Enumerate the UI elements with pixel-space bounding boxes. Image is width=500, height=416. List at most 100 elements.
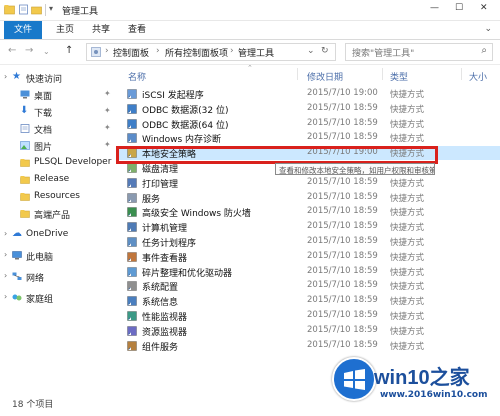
list-item[interactable]: 性能监视器 2015/7/10 18:59 快捷方式 <box>117 309 500 323</box>
nav-this-pc[interactable]: › 此电脑 <box>0 249 117 264</box>
list-item[interactable]: 计算机管理 2015/7/10 18:59 快捷方式 <box>117 220 500 234</box>
list-item[interactable]: 碎片整理和优化驱动器 2015/7/10 18:59 快捷方式 <box>117 265 500 279</box>
address-dropdown-icon[interactable]: ⌄ <box>307 46 315 56</box>
minimize-icon[interactable]: — <box>430 3 439 13</box>
nav-pictures[interactable]: 图片 ✦ <box>0 139 117 154</box>
shortcut-icon <box>127 340 137 351</box>
properties-icon[interactable] <box>18 4 29 15</box>
address-bar[interactable]: › 控制面板 › 所有控制面板项 › 管理工具 ⌄ ↻ <box>86 43 336 61</box>
tab-home[interactable]: 主页 <box>50 21 80 39</box>
window-controls: — ☐ ✕ <box>430 0 500 20</box>
back-arrow-icon[interactable]: ← <box>8 45 16 56</box>
watermark-logo: win10之家 www.2016win10.com <box>330 355 500 416</box>
shortcut-icon <box>127 192 137 203</box>
tab-file[interactable]: 文件 <box>4 21 42 39</box>
pin-icon[interactable]: ✦ <box>104 140 111 149</box>
shortcut-icon <box>127 281 137 292</box>
explorer-window: ▾ 管理工具 — ☐ ✕ 文件 主页 共享 查看 ⌄ ← → ⌄ ↑ › 控制面板 … <box>0 0 500 416</box>
recent-locations-icon[interactable]: ⌄ <box>43 47 50 56</box>
column-header-name[interactable]: 名称 <box>128 70 146 83</box>
nav-label: 下载 <box>34 109 53 119</box>
list-item[interactable]: 资源监视器 2015/7/10 18:59 快捷方式 <box>117 324 500 338</box>
list-item[interactable]: 任务计划程序 2015/7/10 18:59 快捷方式 <box>117 235 500 249</box>
list-item[interactable]: 事件查看器 2015/7/10 18:59 快捷方式 <box>117 250 500 264</box>
item-date: 2015/7/10 18:59 <box>307 236 378 246</box>
nav-label: 图片 <box>34 143 53 153</box>
item-type: 快捷方式 <box>390 267 425 278</box>
breadcrumb-control-panel[interactable]: 控制面板 <box>113 46 149 59</box>
download-icon: ⬇ <box>20 105 29 116</box>
folder-icon <box>20 176 30 184</box>
new-folder-icon[interactable] <box>31 4 42 15</box>
nav-network[interactable]: › 网络 <box>0 270 117 285</box>
list-item[interactable]: 系统信息 2015/7/10 18:59 快捷方式 <box>117 294 500 308</box>
quick-access-dropdown-icon[interactable]: ▾ <box>49 4 53 13</box>
list-item[interactable]: ODBC 数据源(64 位) 2015/7/10 18:59 快捷方式 <box>117 117 500 131</box>
column-divider[interactable] <box>297 68 298 80</box>
item-name: 性能监视器 <box>142 313 188 323</box>
list-item[interactable]: 组件服务 2015/7/10 18:59 快捷方式 <box>117 339 500 353</box>
nav-onedrive[interactable]: › ☁ OneDrive <box>0 228 117 243</box>
item-date: 2015/7/10 19:00 <box>307 88 378 98</box>
column-header-size[interactable]: 大小 <box>469 70 487 83</box>
column-header-type[interactable]: 类型 <box>390 70 408 83</box>
list-item[interactable]: 服务 2015/7/10 18:59 快捷方式 <box>117 191 500 205</box>
tab-view[interactable]: 查看 <box>122 21 152 39</box>
folder-icon <box>20 210 30 218</box>
item-name: iSCSI 发起程序 <box>142 91 204 101</box>
item-type: 快捷方式 <box>390 312 425 322</box>
pin-icon[interactable]: ✦ <box>104 106 111 115</box>
forward-arrow-icon[interactable]: → <box>25 45 33 56</box>
item-type: 快捷方式 <box>390 341 425 352</box>
breadcrumb-chevron-icon: › <box>105 46 109 56</box>
nav-folder-release[interactable]: Release <box>0 173 117 188</box>
nav-label: 高端产品 <box>34 211 71 221</box>
item-name: Windows 内存诊断 <box>142 135 222 146</box>
list-item[interactable]: 高级安全 Windows 防火墙 2015/7/10 18:59 快捷方式 <box>117 205 500 219</box>
item-name: ODBC 数据源(64 位) <box>142 120 229 131</box>
nav-desktop[interactable]: 桌面 ✦ <box>0 88 117 103</box>
item-type: 快捷方式 <box>390 134 425 145</box>
breadcrumb-all-items[interactable]: 所有控制面板项 <box>165 46 228 59</box>
list-item[interactable]: 系统配置 2015/7/10 18:59 快捷方式 <box>117 279 500 293</box>
up-arrow-icon[interactable]: ↑ <box>65 45 73 56</box>
nav-label: OneDrive <box>26 229 69 239</box>
list-item[interactable]: ODBC 数据源(32 位) 2015/7/10 18:59 快捷方式 <box>117 102 500 116</box>
ribbon-expand-icon[interactable]: ⌄ <box>484 24 492 34</box>
nav-downloads[interactable]: ⬇ 下载 ✦ <box>0 105 117 120</box>
nav-folder-plsql[interactable]: PLSQL Developer <box>0 156 117 171</box>
expand-chevron-icon[interactable]: › <box>4 271 7 280</box>
nav-folder-premium[interactable]: 高端产品 <box>0 207 117 222</box>
expand-chevron-icon[interactable]: › <box>4 250 7 259</box>
nav-label: 网络 <box>26 274 45 284</box>
collapse-chevron-icon[interactable]: › <box>4 72 7 81</box>
tab-share[interactable]: 共享 <box>86 21 116 39</box>
column-header-date[interactable]: 修改日期 <box>307 70 343 83</box>
list-item[interactable]: Windows 内存诊断 2015/7/10 18:59 快捷方式 <box>117 131 500 145</box>
item-date: 2015/7/10 18:59 <box>307 280 378 291</box>
nav-folder-resources[interactable]: Resources <box>0 190 117 205</box>
shortcut-icon <box>127 118 137 129</box>
nav-documents[interactable]: 文档 ✦ <box>0 122 117 137</box>
item-date: 2015/7/10 18:59 <box>307 117 378 128</box>
pin-icon[interactable]: ✦ <box>104 89 111 98</box>
search-input[interactable]: 搜索"管理工具" ⌕ <box>345 43 493 61</box>
refresh-icon[interactable]: ↻ <box>321 46 329 56</box>
column-divider[interactable] <box>461 68 462 80</box>
list-item[interactable]: iSCSI 发起程序 2015/7/10 19:00 快捷方式 <box>117 87 500 101</box>
shortcut-icon <box>127 252 137 262</box>
nav-quick-access[interactable]: › ★ 快速访问 <box>0 71 117 86</box>
breadcrumb-admin-tools[interactable]: 管理工具 <box>238 46 274 59</box>
ribbon-tabs: 文件 主页 共享 查看 ⌄ <box>0 21 500 40</box>
close-icon[interactable]: ✕ <box>480 3 488 13</box>
maximize-icon[interactable]: ☐ <box>455 3 463 13</box>
expand-chevron-icon[interactable]: › <box>4 229 7 238</box>
list-item[interactable]: 打印管理 2015/7/10 18:59 快捷方式 <box>117 176 500 190</box>
expand-chevron-icon[interactable]: › <box>4 292 7 301</box>
nav-homegroup[interactable]: › 家庭组 <box>0 291 117 306</box>
column-divider[interactable] <box>382 68 383 80</box>
pin-icon[interactable]: ✦ <box>104 123 111 132</box>
item-type: 快捷方式 <box>390 90 425 100</box>
cloud-icon: ☁ <box>12 228 22 239</box>
item-date: 2015/7/10 18:59 <box>307 206 378 217</box>
